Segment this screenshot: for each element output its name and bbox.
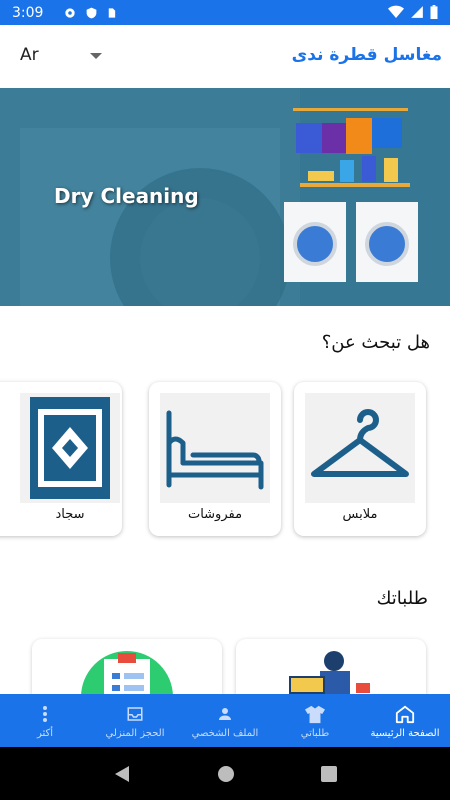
sd-card-icon <box>109 7 116 18</box>
settings-icon <box>65 7 76 18</box>
nav-item-home-booking[interactable]: الحجز المنزلي <box>90 694 180 747</box>
promo-banner[interactable]: Dry Cleaning <box>0 88 450 306</box>
category-label: ملابس <box>342 507 378 522</box>
nav-label: الحجز المنزلي <box>105 728 165 739</box>
home-circle-icon[interactable] <box>217 765 235 783</box>
category-label: سجاد <box>55 507 85 522</box>
more-vert-icon <box>42 702 48 726</box>
bottom-navigation: أكثر الحجز المنزلي الملف الشخصي طلباتي ا… <box>0 694 450 747</box>
home-icon <box>394 702 416 726</box>
recents-icon[interactable] <box>321 765 337 782</box>
orders-section-title: طلباتك <box>376 588 428 609</box>
nav-item-more[interactable]: أكثر <box>0 694 90 747</box>
system-navigation-bar <box>0 747 450 800</box>
shield-icon <box>87 7 97 18</box>
status-bar: 3:09 <box>0 0 450 25</box>
nav-item-profile[interactable]: الملف الشخصي <box>180 694 270 747</box>
chevron-down-icon[interactable] <box>90 53 102 59</box>
nav-item-my-orders[interactable]: طلباتي <box>270 694 360 747</box>
category-image <box>160 393 270 503</box>
carpet-icon <box>30 397 110 499</box>
category-label: مفروشات <box>187 507 243 522</box>
category-image <box>20 393 120 503</box>
nav-item-home[interactable]: الصفحة الرئيسية <box>360 694 450 747</box>
app-bar: Ar مغاسل قطرة ندى <box>0 25 450 88</box>
nav-label: الملف الشخصي <box>191 728 259 739</box>
wifi-icon <box>388 5 404 18</box>
signal-icon <box>411 6 423 18</box>
nav-label: طلباتي <box>300 728 330 739</box>
hanger-icon <box>311 409 409 477</box>
category-card-bedding[interactable]: مفروشات <box>149 382 281 536</box>
bed-icon <box>166 410 264 490</box>
nav-label: الصفحة الرئيسية <box>370 728 440 739</box>
battery-icon <box>430 5 438 19</box>
inbox-icon <box>126 702 144 726</box>
app-title: مغاسل قطرة ندى <box>291 45 442 65</box>
search-section-title: هل تبحث عن؟ <box>321 332 430 353</box>
shirt-icon <box>304 702 326 726</box>
language-select[interactable]: Ar <box>20 45 39 65</box>
category-card-clothes[interactable]: ملابس <box>294 382 426 536</box>
banner-text: Dry Cleaning <box>54 184 199 208</box>
category-image <box>305 393 415 503</box>
language-value: Ar <box>20 45 39 65</box>
back-icon[interactable] <box>113 765 131 783</box>
category-card-carpets[interactable]: سجاد <box>0 382 122 536</box>
nav-label: أكثر <box>36 728 54 739</box>
status-time: 3:09 <box>12 4 44 21</box>
person-icon <box>216 702 234 726</box>
